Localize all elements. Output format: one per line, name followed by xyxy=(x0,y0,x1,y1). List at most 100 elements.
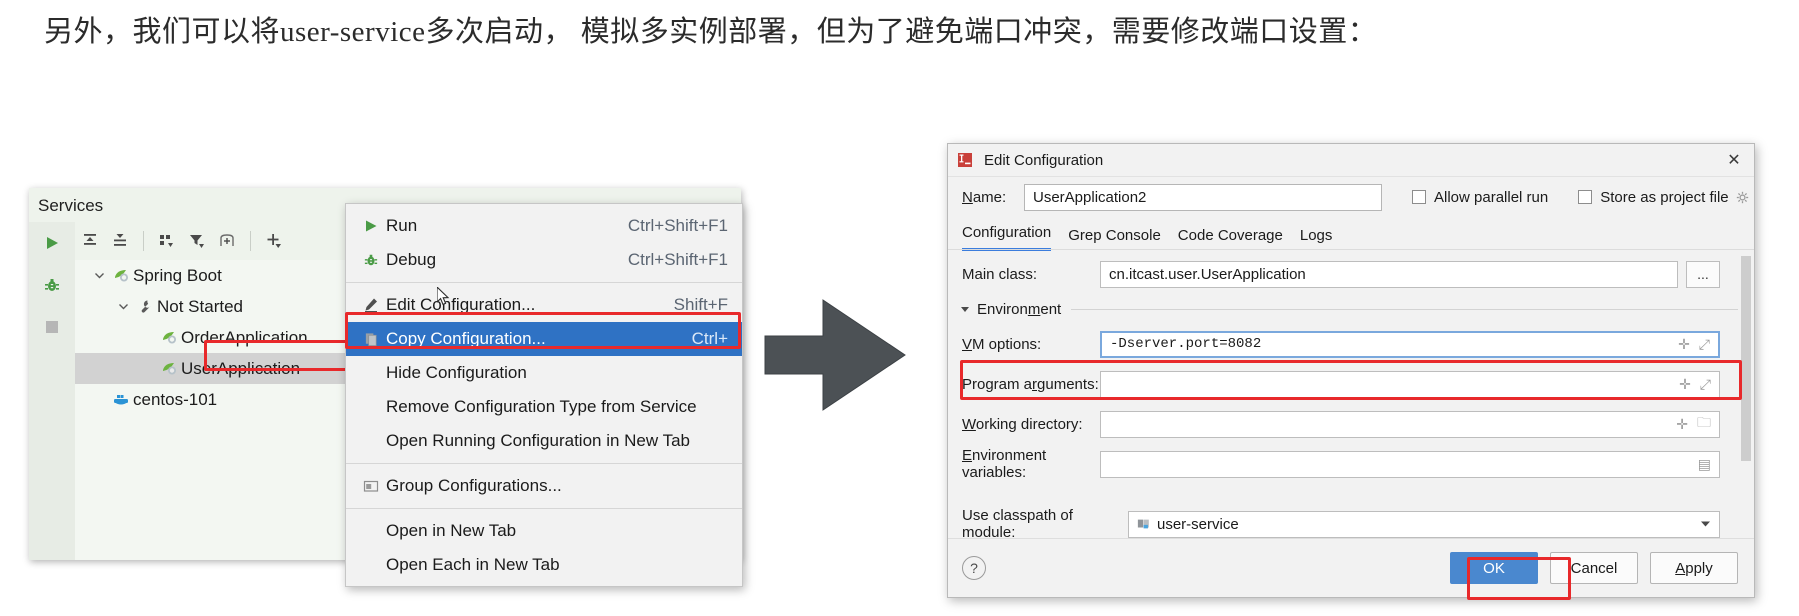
add-macro-icon[interactable]: ✛ xyxy=(1676,416,1688,433)
add-macro-icon[interactable]: ✛ xyxy=(1678,336,1690,353)
field-row-program-arguments: Program arguments: ✛ ⤢ xyxy=(948,364,1754,404)
use-classpath-label: Use classpath of module: xyxy=(962,507,1073,541)
main-class-label: Main class: xyxy=(962,265,1038,283)
tree-label: OrderApplication xyxy=(181,327,308,347)
allow-parallel-run-label: Allow parallel run xyxy=(1434,188,1549,206)
docker-icon xyxy=(109,391,133,408)
page-title: 另外，我们可以将user-service多次启动， 模拟多实例部署，但为了避免端… xyxy=(44,16,1378,48)
add-macro-icon[interactable]: ✛ xyxy=(1679,376,1691,393)
working-directory-input[interactable]: ✛ 🗀 xyxy=(1100,410,1720,438)
field-row-vm-options: VM options: -Dserver.port=8082 ✛ ⤢ xyxy=(948,324,1754,364)
program-arguments-input[interactable]: ✛ ⤢ xyxy=(1100,370,1720,398)
program-arguments-label: Program arguments: xyxy=(962,375,1099,393)
close-icon[interactable]: ✕ xyxy=(1724,150,1744,170)
wrench-icon xyxy=(133,299,157,315)
menu-item-debug[interactable]: Debug Ctrl+Shift+F1 xyxy=(346,243,742,277)
apply-button[interactable]: Apply xyxy=(1650,552,1738,584)
menu-item-label: Open in New Tab xyxy=(386,521,517,540)
use-classpath-value: user-service xyxy=(1157,515,1239,533)
tree-label: Not Started xyxy=(157,296,243,316)
edit-list-icon[interactable]: ▤ xyxy=(1698,456,1711,473)
menu-item-open-running-configuration-in-new-tab[interactable]: Open Running Configuration in New Tab xyxy=(346,424,742,458)
tab-code-coverage[interactable]: Code Coverage xyxy=(1178,227,1283,251)
checkbox-box xyxy=(1578,190,1593,204)
menu-item-open-in-new-tab[interactable]: Open in New Tab xyxy=(346,514,742,548)
run-icon xyxy=(356,219,386,233)
working-directory-label: Working directory: xyxy=(962,415,1083,433)
chevron-down-icon[interactable] xyxy=(1700,516,1711,533)
vm-options-label: VM options: xyxy=(962,335,1042,353)
spring-boot-icon xyxy=(157,329,181,346)
menu-item-remove-configuration-type[interactable]: Remove Configuration Type from Service xyxy=(346,390,742,424)
menu-item-copy-configuration[interactable]: Copy Configuration... Ctrl+ xyxy=(346,322,742,356)
menu-item-shortcut: Ctrl+ xyxy=(691,329,728,348)
add-icon[interactable] xyxy=(259,226,289,256)
store-as-project-file-checkbox[interactable]: Store as project file xyxy=(1578,189,1748,206)
expand-icon[interactable]: ⤢ xyxy=(1699,336,1710,353)
store-as-project-file-label: Store as project file xyxy=(1600,188,1729,206)
toolbar-divider-2 xyxy=(250,231,251,251)
module-icon xyxy=(1137,517,1151,531)
menu-item-label: Remove Configuration Type from Service xyxy=(386,397,697,416)
stop-icon[interactable] xyxy=(29,306,75,348)
menu-item-shortcut: Ctrl+Shift+F1 xyxy=(627,250,728,269)
folder-icon xyxy=(356,478,386,494)
intellij-app-icon xyxy=(958,153,972,167)
name-input-value: UserApplication2 xyxy=(1033,188,1147,206)
screenshot-root: 另外，我们可以将user-service多次启动， 模拟多实例部署，但为了避免端… xyxy=(0,0,1799,616)
edit-configuration-dialog: Edit Configuration ✕ Name: UserApplicati… xyxy=(947,143,1755,598)
tree-label: UserApplication xyxy=(181,358,301,378)
menu-item-group-configurations[interactable]: Group Configurations... xyxy=(346,469,742,503)
cancel-button[interactable]: Cancel xyxy=(1550,552,1638,584)
environment-variables-actions: ▤ xyxy=(1698,456,1711,473)
tabs-underline xyxy=(948,249,1754,250)
tree-label: Spring Boot xyxy=(133,265,222,285)
main-class-input[interactable]: cn.itcast.user.UserApplication xyxy=(1100,260,1678,288)
ok-button[interactable]: OK xyxy=(1450,552,1538,584)
tab-grep-console[interactable]: Grep Console xyxy=(1068,227,1161,251)
tab-configuration[interactable]: Configuration xyxy=(962,224,1052,251)
expand-all-icon[interactable] xyxy=(75,226,105,256)
menu-item-open-each-in-new-tab[interactable]: Open Each in New Tab xyxy=(346,548,742,582)
group-by-icon[interactable] xyxy=(152,226,182,256)
chevron-down-icon[interactable] xyxy=(113,301,133,312)
tab-logs[interactable]: Logs xyxy=(1300,227,1333,251)
debug-icon[interactable] xyxy=(29,264,75,306)
collapse-all-icon[interactable] xyxy=(105,226,135,256)
allow-parallel-run-checkbox[interactable]: Allow parallel run xyxy=(1412,189,1548,206)
chevron-down-icon[interactable] xyxy=(960,304,970,314)
environment-variables-label: Environment variables: xyxy=(962,447,1047,481)
menu-item-shortcut: Shift+F xyxy=(673,295,728,314)
chevron-down-icon[interactable] xyxy=(89,270,109,281)
help-button[interactable]: ? xyxy=(962,556,986,580)
use-classpath-combobox[interactable]: user-service xyxy=(1128,510,1720,538)
folder-browse-icon[interactable]: 🗀 xyxy=(1697,412,1711,436)
run-icon[interactable] xyxy=(29,222,75,264)
dialog-scrollbar[interactable] xyxy=(1741,256,1751,524)
environment-section-header[interactable]: Environment xyxy=(948,294,1754,324)
dialog-titlebar: Edit Configuration ✕ xyxy=(948,144,1754,177)
menu-item-label: Debug xyxy=(386,250,437,269)
add-tab-icon[interactable] xyxy=(212,226,242,256)
name-input[interactable]: UserApplication2 xyxy=(1024,183,1382,211)
menu-item-shortcut: Ctrl+Shift+F1 xyxy=(627,216,728,235)
environment-variables-input[interactable]: ▤ xyxy=(1100,450,1720,478)
menu-separator xyxy=(346,282,742,283)
menu-item-run[interactable]: Run Ctrl+Shift+F1 xyxy=(346,209,742,243)
dialog-scrollbar-thumb[interactable] xyxy=(1741,256,1751,461)
main-class-browse-button[interactable]: ... xyxy=(1686,260,1720,288)
menu-item-hide-configuration[interactable]: Hide Configuration xyxy=(346,356,742,390)
environment-label: Environment xyxy=(977,300,1062,318)
expand-icon[interactable]: ⤢ xyxy=(1700,376,1711,393)
menu-item-edit-configuration[interactable]: Edit Configuration... Shift+F xyxy=(346,288,742,322)
vm-options-input[interactable]: -Dserver.port=8082 ✛ ⤢ xyxy=(1100,330,1720,358)
menu-separator-2 xyxy=(346,463,742,464)
tree-label: centos-101 xyxy=(133,389,218,409)
gear-icon[interactable] xyxy=(1736,191,1749,204)
copy-icon xyxy=(356,332,386,347)
configuration-form: Main class: cn.itcast.user.UserApplicati… xyxy=(948,254,1754,544)
filter-icon[interactable] xyxy=(182,226,212,256)
spring-boot-icon xyxy=(157,360,181,377)
section-divider xyxy=(1071,308,1738,310)
dialog-action-buttons: OK Cancel Apply xyxy=(1450,552,1738,584)
